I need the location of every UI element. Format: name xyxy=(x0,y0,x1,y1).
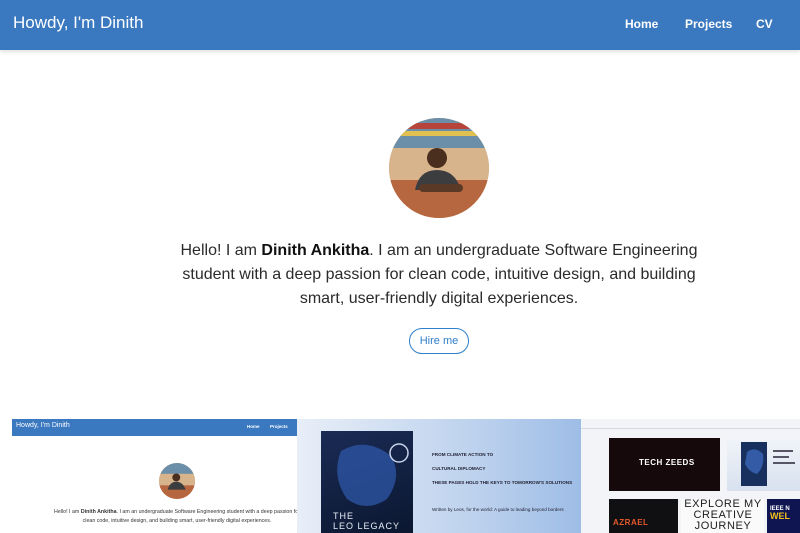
preview-nav-projects: Projects xyxy=(270,424,288,429)
book-tagline-2: CULTURAL DIPLOMACY xyxy=(432,466,486,471)
ieee-label: IEEE N WEL xyxy=(770,506,790,521)
project-preview-portfolio[interactable]: Howdy, I'm Dinith Home Projects Hello! I… xyxy=(12,419,297,533)
book-byline: Written by Leos, for the world: A guide … xyxy=(432,507,564,512)
preview-intro-text: Hello! I am Dinith Ankitha. I am an unde… xyxy=(54,509,297,524)
tech-zeeds-card[interactable]: TECH ZEEDS xyxy=(609,438,720,491)
divider xyxy=(581,428,800,429)
book-title: THE LEO LEGACY xyxy=(333,511,401,531)
azrael-label: AZRAEL xyxy=(613,518,649,527)
explore-label: EXPLORE MY CREATIVE JOURNEY xyxy=(684,499,762,532)
nav-cv[interactable]: CV xyxy=(756,17,773,31)
preview-brand: Howdy, I'm Dinith xyxy=(16,422,70,429)
book-tagline-3: THESE PAGES HOLD THE KEYS TO TOMORROW'S … xyxy=(432,480,573,485)
tech-zeeds-label: TECH ZEEDS xyxy=(639,458,695,467)
nav-projects[interactable]: Projects xyxy=(685,17,732,31)
intro-text: Hello! I am Dinith Ankitha. I am an unde… xyxy=(180,242,698,307)
azrael-card[interactable]: AZRAEL xyxy=(609,499,678,533)
intro-name: Dinith Ankitha xyxy=(261,242,370,259)
project-preview-leo-legacy[interactable]: THE LEO LEGACY FROM CLIMATE ACTION TO CU… xyxy=(297,419,581,533)
profile-avatar xyxy=(389,118,489,218)
project-preview-gallery[interactable]: TECH ZEEDS AZRAEL EXPLORE MY CREATIVE JO… xyxy=(581,419,800,533)
leo-legacy-card[interactable] xyxy=(727,438,800,491)
navbar: Howdy, I'm Dinith Home Projects CV xyxy=(0,0,800,50)
nav-home[interactable]: Home xyxy=(625,17,658,31)
book-tagline-1: FROM CLIMATE ACTION TO xyxy=(432,452,494,457)
preview-avatar xyxy=(159,463,195,499)
preview-nav-home: Home xyxy=(247,424,260,429)
preview-navbar: Howdy, I'm Dinith Home Projects xyxy=(12,419,297,436)
explore-card[interactable]: EXPLORE MY CREATIVE JOURNEY xyxy=(681,499,764,533)
hire-me-button[interactable]: Hire me xyxy=(409,328,469,354)
site-brand[interactable]: Howdy, I'm Dinith xyxy=(13,13,143,33)
ieee-card[interactable]: IEEE N WEL xyxy=(767,499,800,533)
